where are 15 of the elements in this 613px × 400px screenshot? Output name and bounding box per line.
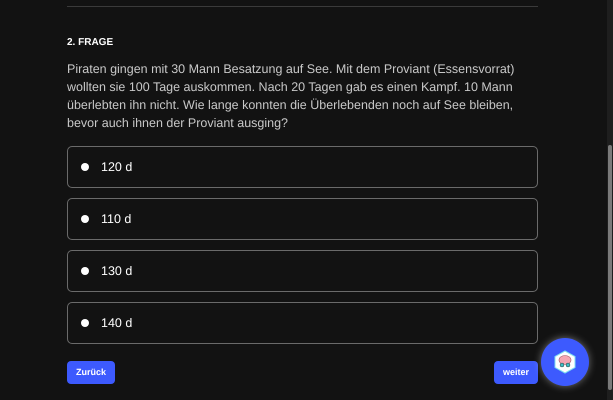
assistant-button[interactable]: [541, 338, 589, 386]
back-button[interactable]: Zurück: [67, 361, 116, 384]
radio-button[interactable]: [81, 319, 89, 327]
answer-option[interactable]: 120 d: [67, 146, 538, 188]
scrollbar-thumb[interactable]: [608, 145, 612, 390]
question-text: Piraten gingen mit 30 Mann Besatzung auf See. Mit dem Proviant (Essensvorrat) wollten sie 100 Tage auskommen. Nach 20 Tagen gab es einen Kampf. 10 Mann überlebten ihn nicht. Wie lange konnten die Überlebenden noch auf See bleiben, bevor auch ihnen der Proviant ausging?: [67, 61, 516, 132]
question-label: 2. FRAGE: [67, 36, 114, 50]
next-button[interactable]: weiter: [494, 361, 538, 384]
radio-button[interactable]: [81, 267, 89, 275]
answer-option[interactable]: 130 d: [67, 250, 538, 292]
radio-button[interactable]: [81, 215, 89, 223]
radio-button[interactable]: [81, 163, 89, 171]
brain-icon: [554, 350, 576, 374]
answer-option[interactable]: 140 d: [67, 302, 538, 344]
answer-option[interactable]: 110 d: [67, 198, 538, 240]
